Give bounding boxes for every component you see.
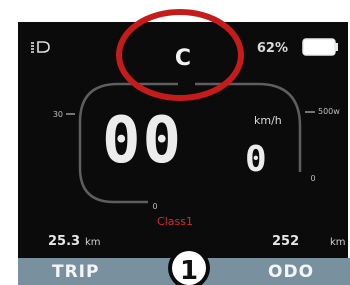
assist-level-value: 1 [180,256,198,285]
odo-label[interactable]: ODO [268,261,314,283]
ebike-display: 62% C 30 0 500w 0 km/h Class1 25.3 km 25… [0,0,350,285]
bottom-overlay: 1 [116,9,244,285]
highlight-circle [116,9,244,101]
trip-label[interactable]: TRIP [52,261,99,283]
